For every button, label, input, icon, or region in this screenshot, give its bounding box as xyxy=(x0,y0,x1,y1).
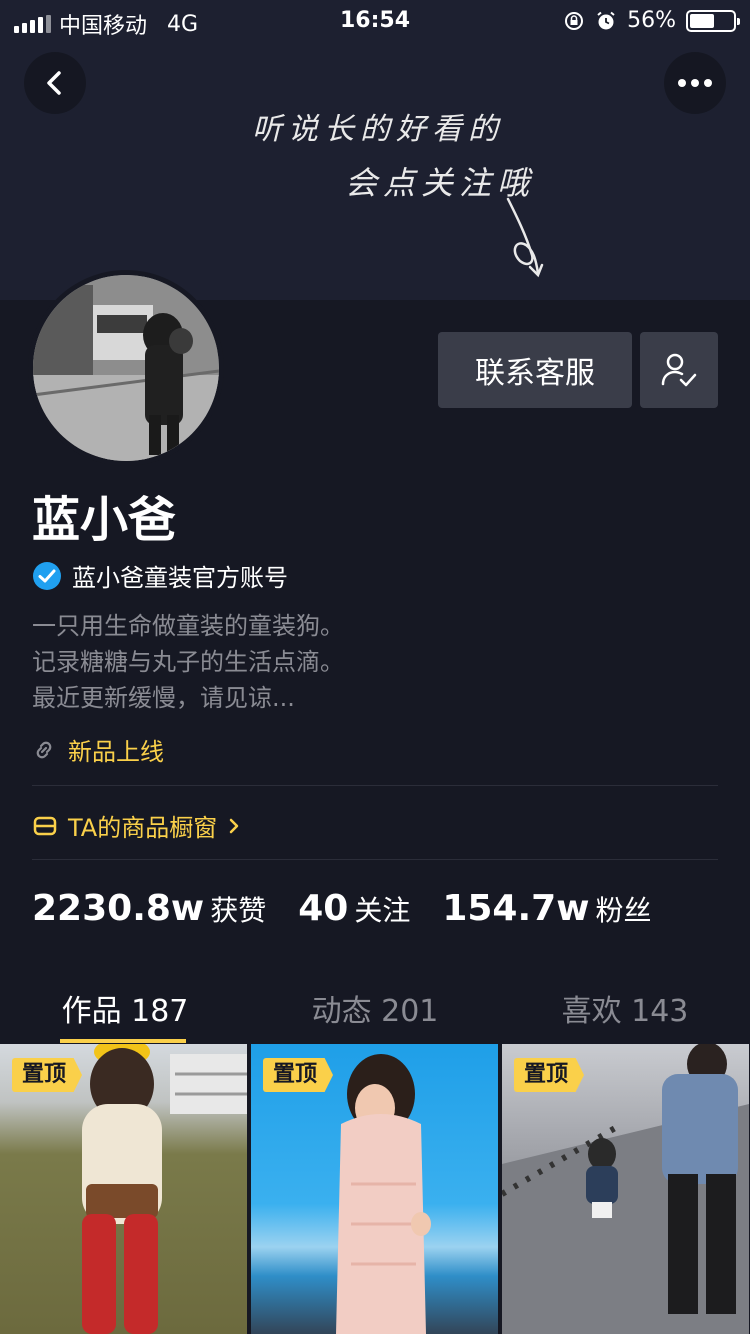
divider xyxy=(32,785,718,786)
user-check-icon xyxy=(661,353,697,387)
rotation-lock-icon xyxy=(565,11,584,30)
battery-percent: 56% xyxy=(627,8,676,33)
stat-label: 关注 xyxy=(354,894,411,927)
handdrawn-arrow-icon xyxy=(506,197,544,278)
contact-service-button[interactable]: 联系客服 xyxy=(438,332,632,408)
profile-stats: 2230.8w 获赞 40 关注 154.7w 粉丝 xyxy=(32,888,651,929)
status-bar: 中国移动 4G 16:54 56% xyxy=(0,0,750,42)
banner-text-line1: 听说长的好看的 xyxy=(252,112,504,147)
more-dots-icon xyxy=(678,79,712,87)
profile-name: 蓝小爸 xyxy=(32,492,177,548)
bio-line: 最近更新缓慢，请见谅... xyxy=(32,684,295,712)
avatar-photo xyxy=(33,275,219,461)
followers-stat[interactable]: 154.7w 粉丝 xyxy=(442,888,651,929)
tab-moments[interactable]: 动态 201 xyxy=(250,986,500,1030)
avatar[interactable] xyxy=(28,270,224,466)
stat-number: 154.7w xyxy=(442,888,590,929)
follow-button[interactable] xyxy=(640,332,718,408)
profile-banner xyxy=(0,0,750,300)
bio-line: 记录糖糖与丸子的生活点滴。 xyxy=(32,648,344,676)
shop-window-label: TA的商品橱窗 xyxy=(68,814,218,842)
chevron-left-icon xyxy=(47,71,61,95)
tab-works[interactable]: 作品 187 xyxy=(0,986,250,1030)
pinned-badge: 置顶 xyxy=(514,1058,585,1092)
battery-icon xyxy=(686,9,740,32)
stat-number: 2230.8w xyxy=(32,888,205,929)
stat-label: 粉丝 xyxy=(595,894,652,927)
verification-row: 蓝小爸童装官方账号 xyxy=(32,558,288,593)
bio-line: 一只用生命做童装的童装狗。 xyxy=(32,612,344,640)
chevron-right-icon xyxy=(229,818,239,833)
stat-label: 获赞 xyxy=(210,894,267,927)
shop-window-link[interactable]: TA的商品橱窗 xyxy=(32,808,241,843)
likes-stat[interactable]: 2230.8w 获赞 xyxy=(32,888,266,929)
stat-number: 40 xyxy=(298,888,349,929)
tab-likes[interactable]: 喜欢 143 xyxy=(500,986,750,1030)
pinned-badge: 置顶 xyxy=(12,1058,83,1092)
video-grid: 置顶 置顶 置顶 xyxy=(0,1044,750,1334)
active-tab-indicator xyxy=(60,1039,186,1043)
video-thumbnail[interactable]: 置顶 xyxy=(502,1044,749,1334)
status-right: 56% xyxy=(563,8,740,33)
profile-link[interactable]: 新品上线 xyxy=(32,732,164,767)
verified-label: 蓝小爸童装官方账号 xyxy=(72,564,288,592)
link-icon xyxy=(36,741,52,758)
alarm-icon xyxy=(597,11,615,29)
shop-icon xyxy=(33,816,57,835)
profile-link-label: 新品上线 xyxy=(68,738,164,766)
back-button[interactable] xyxy=(24,52,86,114)
more-button[interactable] xyxy=(664,52,726,114)
verified-badge-icon xyxy=(33,561,61,590)
profile-page: 中国移动 4G 16:54 56% 听说长的好看的 会点关注哦 联系客服 蓝小爸… xyxy=(0,0,750,1334)
divider xyxy=(32,859,718,860)
content-tabs: 作品 187 动态 201 喜欢 143 xyxy=(0,972,750,1044)
profile-bio: 一只用生命做童装的童装狗。 记录糖糖与丸子的生活点滴。 最近更新缓慢，请见谅..… xyxy=(32,608,344,716)
battery-fill xyxy=(690,13,714,28)
video-thumbnail[interactable]: 置顶 xyxy=(0,1044,247,1334)
avatar-illustration xyxy=(33,275,219,461)
video-thumbnail[interactable]: 置顶 xyxy=(251,1044,498,1334)
following-stat[interactable]: 40 关注 xyxy=(298,888,410,929)
pinned-badge: 置顶 xyxy=(263,1058,334,1092)
